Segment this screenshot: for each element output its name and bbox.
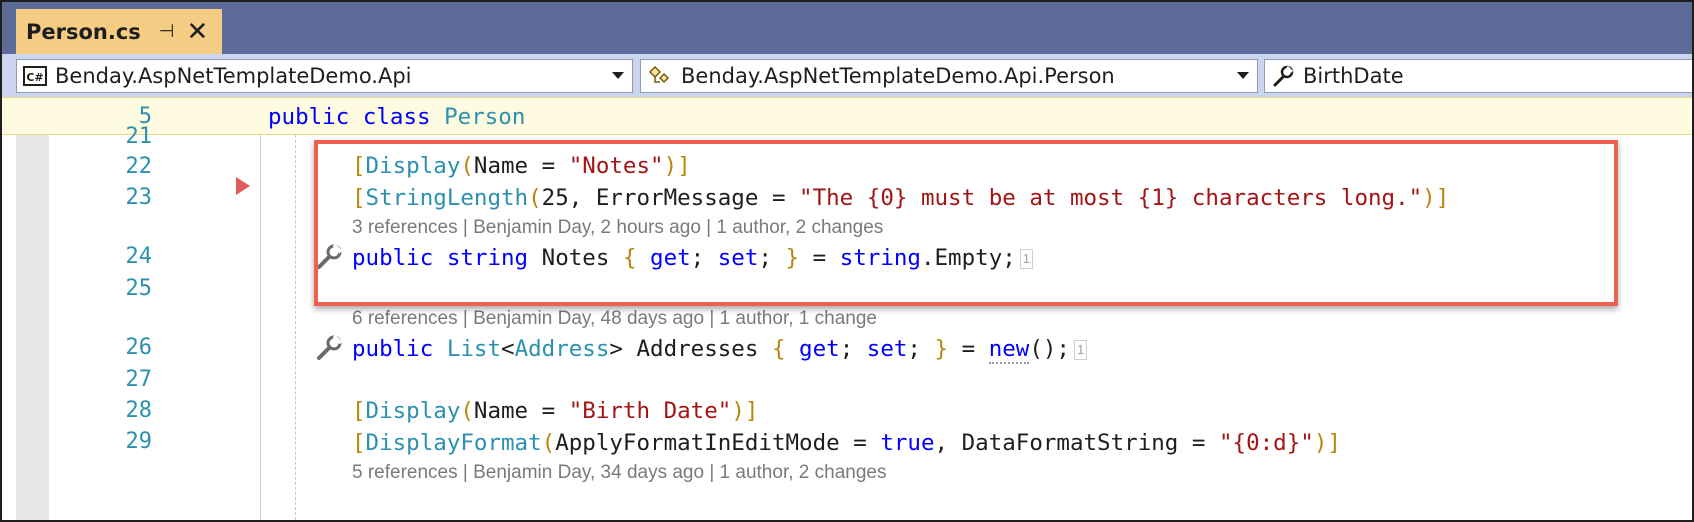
- member-label: BirthDate: [1303, 64, 1404, 88]
- chevron-down-icon: [1237, 72, 1249, 79]
- pin-icon[interactable]: ⊣: [159, 21, 175, 42]
- tab-person-cs[interactable]: Person.cs ⊣ ✕: [16, 9, 222, 54]
- member-dropdown[interactable]: BirthDate: [1264, 59, 1692, 93]
- class-icon: [647, 64, 673, 88]
- navigation-bar: C# Benday.AspNetTemplateDemo.Api Benday.…: [2, 54, 1692, 97]
- project-dropdown[interactable]: C# Benday.AspNetTemplateDemo.Api: [16, 59, 633, 93]
- chevron-down-icon: [612, 72, 624, 79]
- line-number: 27: [125, 367, 153, 392]
- code-line-29[interactable]: [DisplayFormat(ApplyFormatInEditMode = t…: [352, 432, 1341, 455]
- code-editor[interactable]: 5 public class Person 21 22 23 24 25 26 …: [2, 97, 1692, 520]
- line-number: 21: [125, 124, 153, 149]
- inline-hint[interactable]: 1: [1073, 339, 1088, 360]
- line-number: 28: [125, 398, 153, 423]
- outlining-margin: [260, 135, 261, 520]
- csharp-project-icon: C#: [23, 65, 47, 87]
- svg-text:C#: C#: [26, 71, 43, 84]
- line-number: 25: [125, 276, 153, 301]
- indent-guide: [295, 135, 296, 520]
- type-dropdown[interactable]: Benday.AspNetTemplateDemo.Api.Person: [640, 59, 1258, 93]
- type-label: Benday.AspNetTemplateDemo.Api.Person: [681, 64, 1115, 88]
- sticky-code-line: public class Person: [268, 104, 526, 130]
- breakpoint-indicator-icon[interactable]: [236, 177, 250, 195]
- highlight-annotation-box: [314, 140, 1618, 306]
- wrench-icon: [1271, 64, 1295, 88]
- property-wrench-icon[interactable]: [315, 333, 343, 361]
- project-label: Benday.AspNetTemplateDemo.Api: [55, 64, 412, 88]
- line-number: 29: [125, 429, 153, 454]
- line-number: 22: [125, 154, 153, 179]
- editor-window: Person.cs ⊣ ✕ C# Benday.AspNetTemplateDe…: [0, 0, 1694, 522]
- document-tab-strip: Person.cs ⊣ ✕: [2, 2, 1692, 54]
- line-number: 26: [125, 335, 153, 360]
- line-number: 23: [125, 185, 153, 210]
- code-line-28[interactable]: [Display(Name = "Birth Date")]: [352, 400, 758, 423]
- close-icon[interactable]: ✕: [186, 19, 208, 45]
- codelens-references[interactable]: 5 references | Benjamin Day, 34 days ago…: [352, 462, 886, 484]
- codelens-references[interactable]: 6 references | Benjamin Day, 48 days ago…: [352, 308, 877, 330]
- code-line-26[interactable]: public List<Address> Addresses { get; se…: [352, 336, 1088, 364]
- tab-title: Person.cs: [26, 19, 141, 44]
- line-number: 24: [125, 244, 153, 269]
- sticky-scroll-header[interactable]: 5 public class Person: [2, 97, 1692, 135]
